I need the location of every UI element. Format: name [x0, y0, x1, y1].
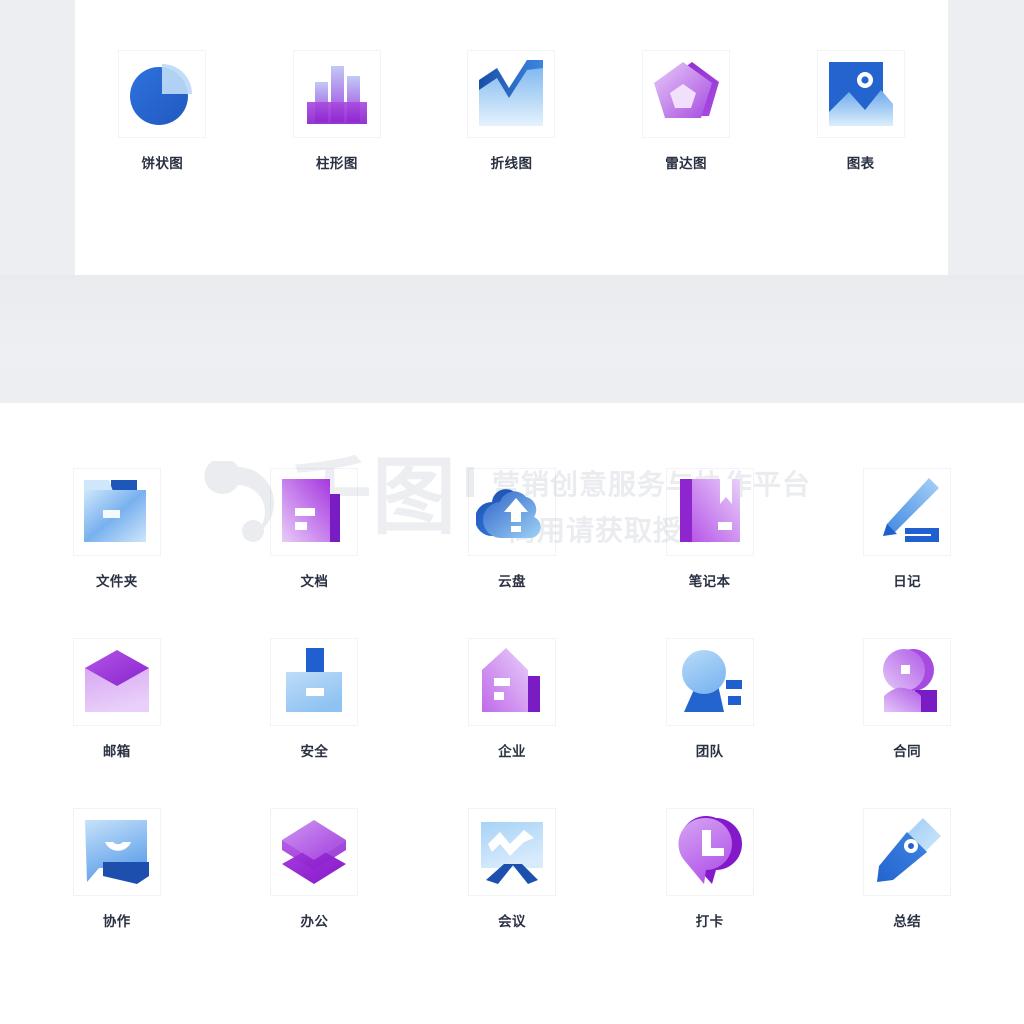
icon-label: 柱形图: [316, 156, 358, 171]
icon-label: 安全: [300, 744, 329, 759]
mail-envelope-icon-frame[interactable]: [72, 638, 161, 726]
icon-cell-summary[interactable]: 总结: [808, 808, 1006, 930]
icon-label: 办公: [300, 914, 329, 929]
icon-set-page: 千图 营销创意服务与协作平台 商用请获取授权 W: [0, 0, 1024, 1024]
notebook-icon: [679, 479, 740, 542]
icon-label: 团队: [695, 744, 724, 759]
icon-cell-diary[interactable]: 日记: [808, 468, 1006, 590]
radar-chart-icon: [654, 62, 720, 118]
icon-label: 总结: [893, 914, 922, 929]
summary-pen-icon: [877, 818, 942, 882]
icon-cell-mailbox[interactable]: 邮箱: [18, 638, 216, 760]
office-cube-icon-frame[interactable]: [270, 808, 359, 896]
meeting-board-icon: [480, 822, 543, 884]
image-chart-icon: [828, 62, 893, 126]
enterprise-building-icon-frame[interactable]: [467, 638, 556, 726]
radar-chart-icon-frame[interactable]: [642, 50, 731, 138]
icon-label: 协作: [102, 914, 131, 929]
icon-label: 云盘: [498, 574, 526, 589]
icon-cell-document[interactable]: 文档: [216, 468, 414, 590]
icon-cell-folder[interactable]: 文件夹: [18, 468, 216, 590]
icon-cell-bar-chart[interactable]: 柱形图: [250, 50, 425, 172]
icon-cell-office[interactable]: 办公: [216, 808, 414, 930]
line-chart-icon: [479, 60, 544, 126]
icon-cell-collaboration[interactable]: 协作: [18, 808, 216, 930]
clock-in-pin-icon-frame[interactable]: [665, 808, 754, 896]
icon-label: 折线图: [490, 156, 533, 171]
security-lock-icon: [286, 648, 343, 712]
notebook-icon-frame[interactable]: [665, 468, 754, 556]
icon-cell-clock-in[interactable]: 打卡: [611, 808, 809, 930]
icon-cell-team[interactable]: 团队: [611, 638, 809, 760]
icon-cell-image-chart[interactable]: 图表: [773, 50, 948, 172]
security-lock-icon-frame[interactable]: [270, 638, 359, 726]
summary-pen-icon-frame[interactable]: [863, 808, 952, 896]
icon-label: 打卡: [695, 914, 724, 929]
icon-cell-line-chart[interactable]: 折线图: [424, 50, 599, 172]
icon-label: 会议: [498, 914, 526, 929]
contract-icon-frame[interactable]: [863, 638, 952, 726]
document-icon: [282, 479, 341, 542]
icon-cell-radar-chart[interactable]: 雷达图: [599, 50, 774, 172]
icon-label: 邮箱: [102, 744, 131, 759]
cloud-upload-icon: [475, 489, 541, 539]
enterprise-building-icon: [481, 648, 540, 712]
folder-icon: [83, 480, 146, 542]
collaboration-chat-icon: [84, 820, 149, 884]
cloud-upload-icon-frame[interactable]: [467, 468, 556, 556]
icon-cell-enterprise[interactable]: 企业: [413, 638, 611, 760]
contract-icon: [883, 649, 938, 712]
icon-label: 文档: [300, 574, 329, 589]
pie-chart-icon: [130, 64, 193, 125]
icon-label: 企业: [498, 744, 526, 759]
icon-cell-contract[interactable]: 合同: [808, 638, 1006, 760]
icon-label: 饼状图: [141, 156, 184, 171]
icon-label: 雷达图: [665, 156, 707, 171]
icon-cell-security[interactable]: 安全: [216, 638, 414, 760]
collaboration-chat-icon-frame[interactable]: [72, 808, 161, 896]
icon-label: 图表: [846, 156, 875, 171]
section-divider-band: [0, 275, 1024, 403]
icon-cell-cloud-disk[interactable]: 云盘: [413, 468, 611, 590]
folder-icon-frame[interactable]: [72, 468, 161, 556]
team-person-icon: [681, 650, 742, 712]
pie-chart-icon-frame[interactable]: [118, 50, 207, 138]
office-cube-icon: [282, 820, 347, 884]
pencil-diary-icon: [883, 478, 940, 542]
bar-chart-icon-frame[interactable]: [292, 50, 381, 138]
line-chart-icon-frame[interactable]: [467, 50, 556, 138]
meeting-board-icon-frame[interactable]: [467, 808, 556, 896]
icon-label: 合同: [893, 744, 922, 759]
workspace-icon-grid: 文件夹 文档 云盘 笔记本 日记 邮箱 安全 企业 团队 合同 协作 办公 会议…: [18, 468, 1006, 930]
icon-label: 文件夹: [95, 574, 138, 589]
team-person-icon-frame[interactable]: [665, 638, 754, 726]
document-icon-frame[interactable]: [270, 468, 359, 556]
mail-envelope-icon: [84, 650, 149, 712]
icon-cell-notebook[interactable]: 笔记本: [611, 468, 809, 590]
office-chart-icon-grid: W Word X Excel: [75, 0, 948, 172]
icon-label: 日记: [893, 574, 922, 589]
bar-chart-icon: [306, 66, 367, 124]
icon-cell-pie-chart[interactable]: 饼状图: [75, 50, 250, 172]
clock-in-pin-icon: [678, 816, 742, 884]
image-chart-icon-frame[interactable]: [816, 50, 905, 138]
icon-label: 笔记本: [688, 574, 731, 589]
icon-cell-meeting[interactable]: 会议: [413, 808, 611, 930]
pencil-diary-icon-frame[interactable]: [863, 468, 952, 556]
